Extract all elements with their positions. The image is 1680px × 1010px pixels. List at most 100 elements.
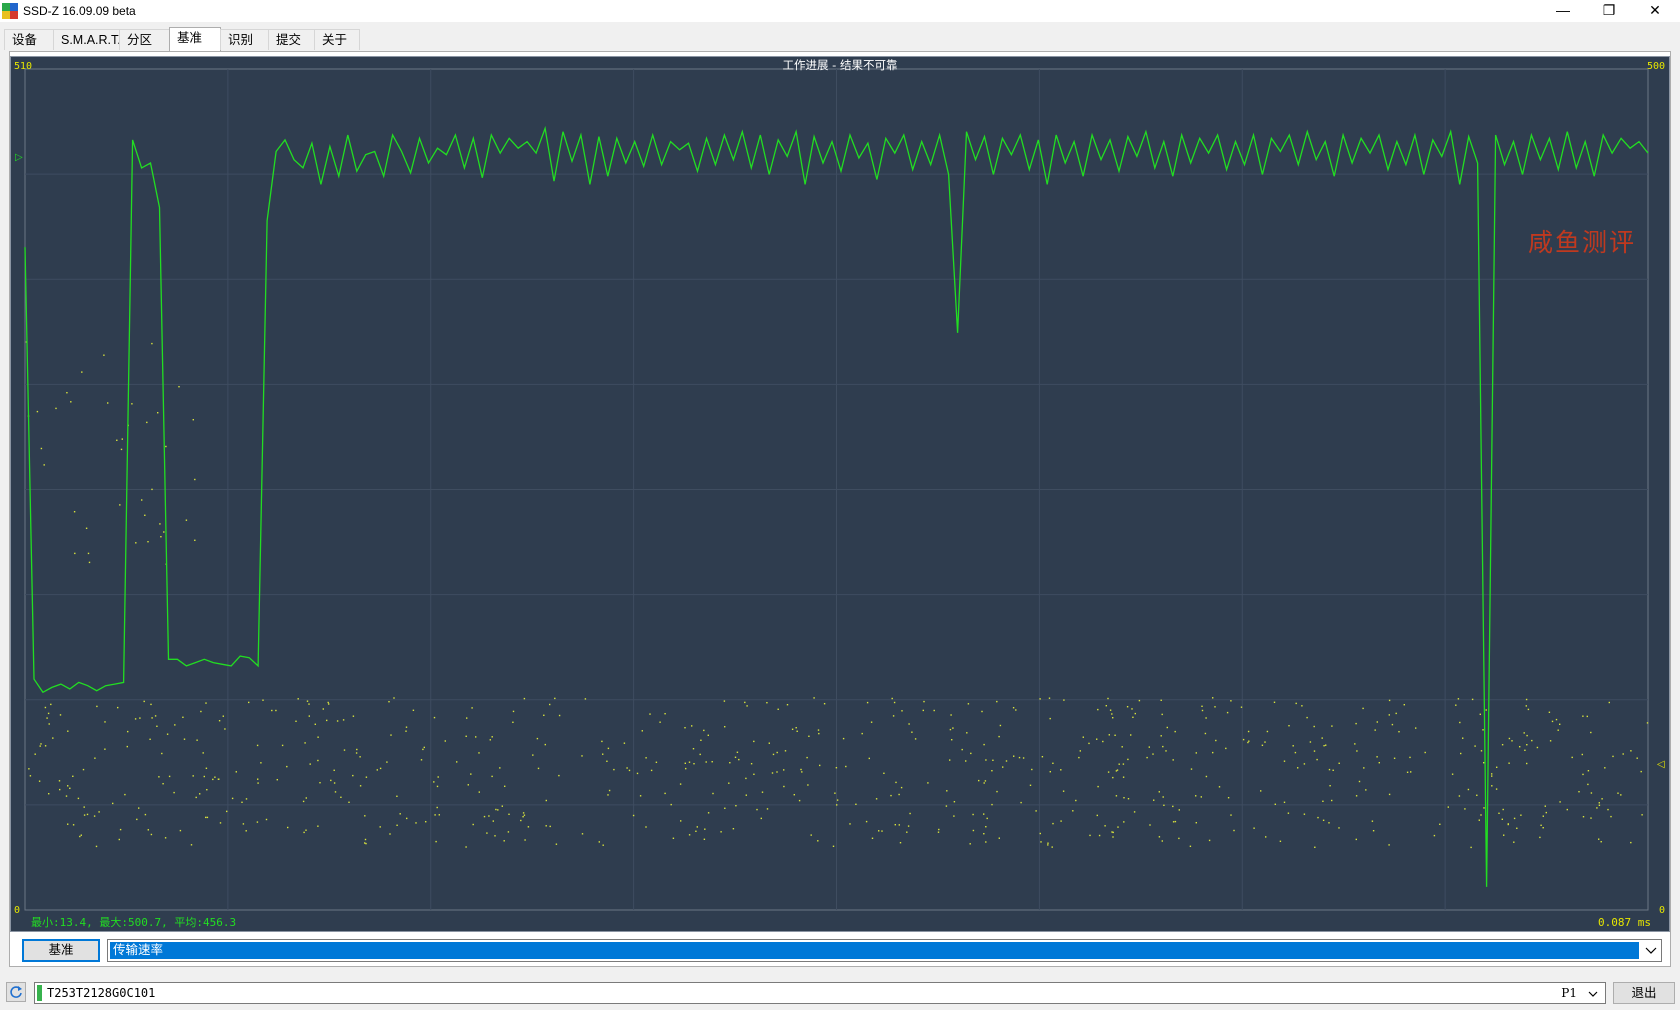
latency-point xyxy=(1060,820,1062,822)
latency-point xyxy=(1215,739,1217,742)
latency-point xyxy=(179,829,182,832)
latency-point xyxy=(1089,834,1091,837)
latency-point xyxy=(1261,744,1264,746)
latency-point xyxy=(908,723,910,725)
latency-point xyxy=(465,735,467,737)
latency-point xyxy=(93,815,96,817)
latency-point xyxy=(1630,750,1632,752)
latency-point xyxy=(836,799,839,801)
drive-selector[interactable]: T253T2128G0C101 P1 xyxy=(34,982,1606,1004)
latency-point xyxy=(1208,839,1211,842)
latency-point xyxy=(933,709,935,712)
latency-point xyxy=(1013,755,1015,757)
latency-point xyxy=(206,789,208,791)
latency-point xyxy=(628,769,631,772)
latency-point xyxy=(150,833,153,836)
close-button[interactable]: ✕ xyxy=(1632,0,1678,22)
latency-point xyxy=(174,724,176,726)
graph-canvas: 工作进展 - 结果不可靠 510 0 500 0 ▷ ◁ 最小:13.4, 最大… xyxy=(14,58,1665,929)
latency-point xyxy=(768,742,770,744)
latency-point xyxy=(501,805,503,807)
latency-point xyxy=(161,752,163,755)
latency-point xyxy=(704,828,706,830)
latency-point xyxy=(795,727,797,729)
latency-point xyxy=(1314,846,1316,848)
benchmark-button[interactable]: 基准 xyxy=(22,939,100,962)
latency-point xyxy=(766,702,768,704)
latency-point xyxy=(1478,819,1480,821)
latency-point xyxy=(870,721,873,723)
latency-point xyxy=(1332,769,1334,771)
latency-point xyxy=(607,794,609,796)
latency-point xyxy=(1134,712,1136,715)
latency-point xyxy=(986,817,988,820)
latency-point xyxy=(160,536,162,538)
latency-point xyxy=(190,844,193,846)
latency-point xyxy=(532,754,534,756)
latency-point xyxy=(1109,709,1112,711)
latency-point xyxy=(1523,732,1525,734)
metric-select[interactable]: 传输速率 xyxy=(107,939,1662,962)
latency-point xyxy=(692,748,695,750)
tab-submit[interactable]: 提交 xyxy=(268,29,316,50)
latency-point xyxy=(50,703,52,706)
tab-smart[interactable]: S.M.A.R.T. xyxy=(53,29,121,50)
latency-point xyxy=(1480,814,1482,816)
latency-point xyxy=(185,519,188,521)
latency-point xyxy=(554,697,556,700)
latency-point xyxy=(1598,838,1600,840)
latency-point xyxy=(1388,793,1391,796)
latency-point xyxy=(1130,734,1132,736)
latency-point xyxy=(134,718,137,720)
chevron-down-icon[interactable] xyxy=(1585,986,1601,1002)
latency-point xyxy=(712,792,714,795)
latency-point xyxy=(1122,763,1125,765)
latency-point xyxy=(436,785,439,788)
latency-point xyxy=(151,342,153,345)
latency-point xyxy=(112,802,114,805)
latency-point xyxy=(793,794,795,796)
latency-point xyxy=(894,824,896,826)
restore-button[interactable]: ❐ xyxy=(1586,0,1632,22)
latency-point xyxy=(231,797,234,800)
latency-point xyxy=(861,732,863,735)
latency-point xyxy=(581,755,583,757)
latency-point xyxy=(680,820,682,822)
latency-point xyxy=(1115,795,1118,797)
latency-point xyxy=(1328,822,1330,824)
tab-device[interactable]: 设备 xyxy=(4,29,54,50)
latency-point xyxy=(639,795,642,797)
minimize-button[interactable]: — xyxy=(1540,0,1586,22)
latency-point xyxy=(664,792,666,795)
latency-point xyxy=(1542,827,1544,829)
exit-button[interactable]: 退出 xyxy=(1613,982,1675,1004)
tab-about[interactable]: 关于 xyxy=(314,29,360,50)
latency-point xyxy=(1388,714,1390,716)
partition-select[interactable]: P1 xyxy=(1561,986,1577,1000)
latency-point xyxy=(1356,750,1358,752)
tab-partition[interactable]: 分区 xyxy=(119,29,170,50)
latency-point xyxy=(1617,792,1619,794)
tab-identify[interactable]: 识别 xyxy=(220,29,270,50)
latency-point xyxy=(527,826,530,828)
latency-point xyxy=(881,830,883,832)
chevron-down-icon[interactable] xyxy=(1641,940,1661,961)
tab-benchmark[interactable]: 基准 xyxy=(169,27,221,51)
latency-point xyxy=(1265,836,1267,838)
latency-point xyxy=(1374,729,1376,731)
refresh-button[interactable] xyxy=(6,982,26,1002)
latency-point xyxy=(386,761,388,763)
latency-point xyxy=(214,776,216,778)
latency-point xyxy=(1118,763,1120,765)
latency-point xyxy=(700,739,702,741)
latency-point xyxy=(1105,705,1107,707)
latency-point xyxy=(842,737,845,740)
latency-point xyxy=(784,750,787,752)
latency-point xyxy=(117,706,119,709)
latency-point xyxy=(1104,825,1106,827)
latency-point xyxy=(1502,808,1504,811)
latency-point xyxy=(420,759,423,761)
latency-point xyxy=(200,710,202,713)
latency-point xyxy=(1051,846,1053,848)
latency-point xyxy=(1158,791,1160,793)
